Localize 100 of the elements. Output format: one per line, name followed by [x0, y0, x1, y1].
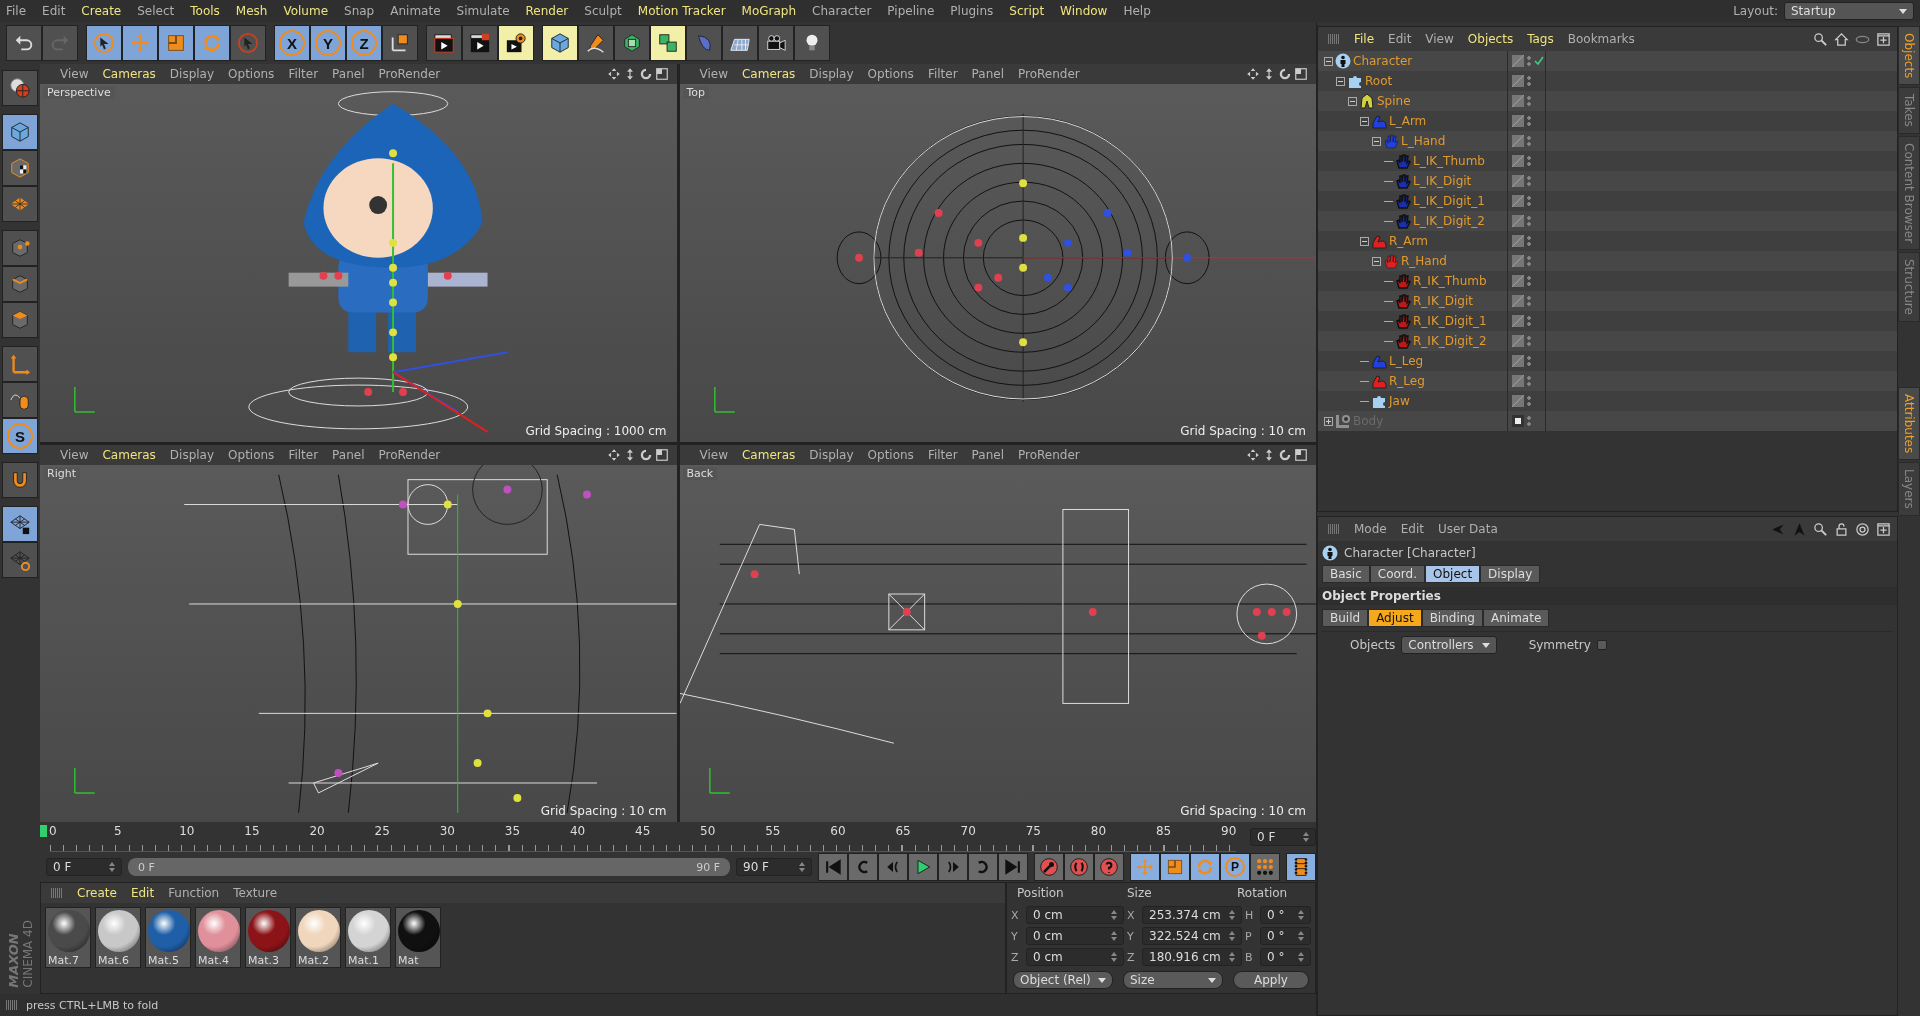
menu-item[interactable]: Options: [228, 67, 275, 81]
dots-mode-button[interactable]: [1250, 853, 1280, 881]
new-panel-icon[interactable]: [1876, 31, 1891, 47]
menu-item[interactable]: Cameras: [102, 67, 156, 81]
object-name[interactable]: R_Arm: [1389, 234, 1428, 248]
tab[interactable]: Coord.: [1369, 565, 1425, 583]
grip-icon[interactable]: [1328, 524, 1340, 534]
pan-icon[interactable]: [606, 447, 621, 462]
menu-item[interactable]: Select: [137, 4, 175, 18]
rotation-field[interactable]: 0 °: [1260, 948, 1311, 966]
move-mode-button[interactable]: [1130, 853, 1160, 881]
menu-item[interactable]: Motion Tracker: [637, 4, 726, 18]
expander-icon[interactable]: [1336, 76, 1345, 86]
visibility-dots-icon[interactable]: [1527, 215, 1531, 227]
size-field[interactable]: 180.916 cm: [1142, 948, 1242, 966]
camera-tool-button[interactable]: [758, 25, 794, 61]
render-picture-tool-button[interactable]: [462, 25, 498, 61]
coord-tool-button[interactable]: [382, 25, 418, 61]
visibility-dots-icon[interactable]: [1527, 255, 1531, 267]
render-view-tool-button[interactable]: [426, 25, 462, 61]
object-name[interactable]: L_IK_Digit: [1413, 174, 1472, 188]
pen-tool-button[interactable]: [578, 25, 614, 61]
grid-lock-tool-button[interactable]: [2, 506, 38, 542]
material-swatch[interactable]: Mat.3: [245, 907, 291, 968]
grip-icon[interactable]: [6, 1000, 18, 1010]
visibility-dots-icon[interactable]: [1527, 155, 1531, 167]
scale-tool-button[interactable]: [158, 25, 194, 61]
menu-item[interactable]: Tags: [1527, 32, 1554, 46]
menu-item[interactable]: User Data: [1437, 522, 1498, 536]
light-tool-button[interactable]: [794, 25, 830, 61]
menu-item[interactable]: Cameras: [102, 447, 156, 462]
search-icon[interactable]: [1813, 521, 1828, 537]
spinner-icon[interactable]: [799, 862, 805, 872]
rotation-field[interactable]: 0 °: [1260, 927, 1311, 945]
maximize-icon[interactable]: [654, 447, 669, 462]
maximize-icon[interactable]: [1294, 67, 1308, 81]
menu-item[interactable]: Filter: [288, 447, 319, 462]
menu-item[interactable]: Options: [867, 447, 914, 462]
next-frame-button[interactable]: [938, 853, 968, 881]
array-tool-button[interactable]: [650, 25, 686, 61]
expander-icon[interactable]: [1372, 256, 1381, 266]
objects-dropdown[interactable]: Controllers: [1401, 636, 1497, 654]
texture-tool-button[interactable]: [2, 150, 38, 186]
tab[interactable]: Basic: [1322, 565, 1370, 583]
visibility-dots-icon[interactable]: [1527, 135, 1531, 147]
menu-item[interactable]: Plugins: [950, 4, 994, 18]
visibility-dots-icon[interactable]: [1527, 295, 1531, 307]
spinner-icon[interactable]: [1298, 910, 1304, 920]
visibility-dots-icon[interactable]: [1527, 275, 1531, 287]
playhead-marker[interactable]: [40, 825, 47, 837]
menu-item[interactable]: Create: [81, 4, 122, 18]
menu-item[interactable]: Script: [1009, 4, 1045, 18]
menu-item[interactable]: Function: [168, 886, 220, 900]
polygons-tool-button[interactable]: [2, 302, 38, 338]
menu-item[interactable]: Character: [812, 4, 872, 18]
side-tab[interactable]: Objects: [1898, 26, 1920, 86]
orbit-icon[interactable]: [638, 447, 653, 462]
object-name[interactable]: R_Hand: [1401, 254, 1447, 268]
menu-item[interactable]: Pipeline: [887, 4, 935, 18]
menu-item[interactable]: Edit: [1400, 522, 1424, 536]
start-frame-field[interactable]: 0 F: [46, 858, 122, 876]
menu-item[interactable]: Bookmarks: [1567, 32, 1635, 46]
size-field[interactable]: 322.524 cm: [1142, 927, 1242, 945]
layout-dropdown[interactable]: Startup: [1784, 2, 1914, 20]
expander-icon[interactable]: [1348, 96, 1357, 106]
menu-item[interactable]: View: [699, 447, 728, 462]
spinner-icon[interactable]: [1229, 952, 1235, 962]
letter-button[interactable]: Z: [346, 25, 382, 61]
menu-item[interactable]: Display: [809, 447, 854, 462]
object-name[interactable]: L_Arm: [1389, 114, 1427, 128]
material-swatch[interactable]: Mat.1: [345, 907, 391, 968]
object-name[interactable]: R_IK_Digit: [1413, 294, 1473, 308]
menu-item[interactable]: Panel: [971, 447, 1004, 462]
pan-icon[interactable]: [606, 67, 621, 81]
expander-icon[interactable]: [1372, 136, 1381, 146]
tab[interactable]: Object: [1425, 565, 1481, 583]
side-tab[interactable]: Layers: [1898, 462, 1920, 516]
play-button[interactable]: [908, 853, 938, 881]
points-tool-button[interactable]: [2, 230, 38, 266]
object-name[interactable]: Spine: [1377, 94, 1411, 108]
menu-item[interactable]: Volume: [283, 4, 329, 18]
letter-button[interactable]: S: [2, 418, 38, 454]
rotate-tool-button[interactable]: [194, 25, 230, 61]
visibility-dots-icon[interactable]: [1527, 55, 1531, 67]
object-name[interactable]: L_Leg: [1389, 354, 1424, 368]
tab[interactable]: Display: [1480, 565, 1541, 583]
spinner-icon[interactable]: [1229, 931, 1235, 941]
tab[interactable]: Build: [1322, 609, 1369, 627]
spinner-icon[interactable]: [1298, 952, 1304, 962]
mode-dropdown[interactable]: Size: [1123, 971, 1223, 989]
material-swatch[interactable]: Mat.6: [95, 907, 141, 968]
menu-item[interactable]: Simulate: [456, 4, 510, 18]
tab[interactable]: Binding: [1421, 609, 1483, 627]
visibility-dots-icon[interactable]: [1527, 315, 1531, 327]
material-swatch[interactable]: Mat.5: [145, 907, 191, 968]
object-name[interactable]: R_Leg: [1389, 374, 1425, 388]
menu-item[interactable]: Render: [525, 4, 569, 18]
menu-item[interactable]: ProRender: [1017, 447, 1080, 462]
menu-item[interactable]: View: [60, 67, 89, 81]
subdivide-tool-button[interactable]: [614, 25, 650, 61]
